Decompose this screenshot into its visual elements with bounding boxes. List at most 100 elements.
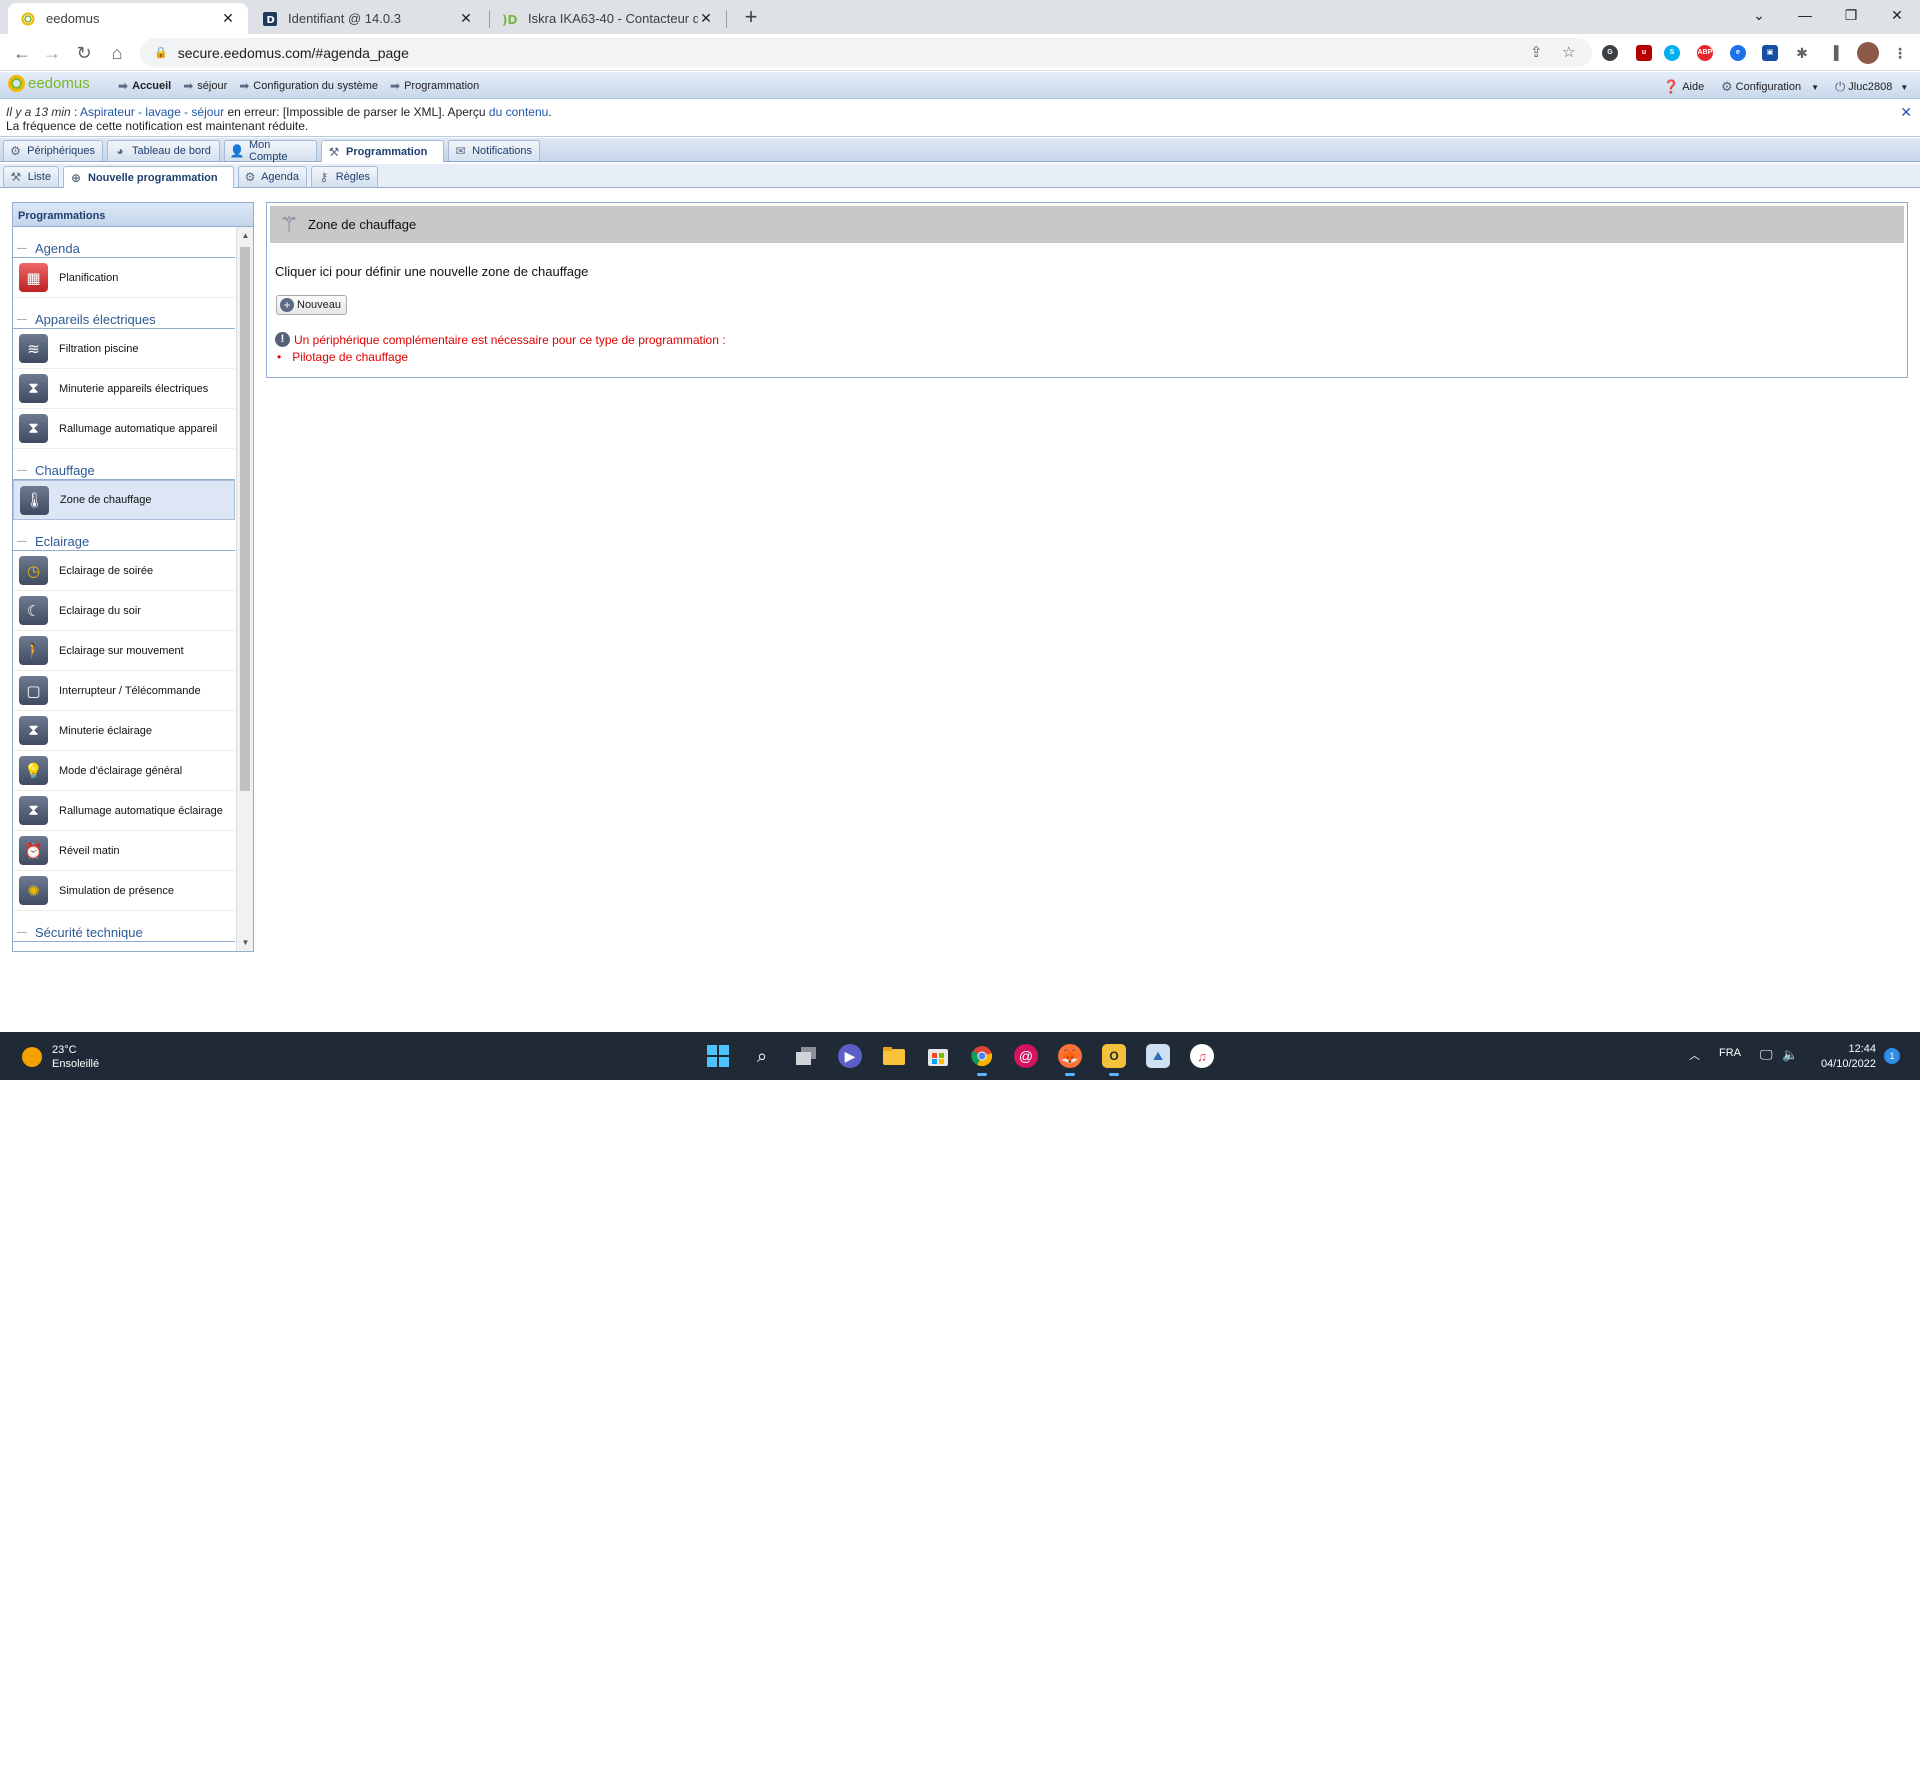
close-notification-icon[interactable]: ✕ bbox=[1900, 105, 1912, 119]
tray-chevron-up-icon[interactable]: ︿ bbox=[1689, 1047, 1700, 1063]
side-panel-icon[interactable]: ▐ bbox=[1826, 45, 1842, 61]
start-windows-icon[interactable] bbox=[706, 1044, 730, 1068]
tab-liste[interactable]: ⚒ Liste bbox=[3, 166, 59, 187]
reload-icon[interactable]: ↻ bbox=[70, 39, 98, 67]
scroll-up-icon[interactable]: ▲ bbox=[237, 231, 253, 240]
breadcrumb-accueil[interactable]: ➡ Accueil bbox=[118, 79, 171, 93]
sidebar-item-eclairage-soir[interactable]: ☾ Eclairage du soir bbox=[13, 591, 235, 631]
back-arrow-icon[interactable]: ← bbox=[8, 39, 36, 67]
sidebar-item-rallumage-eclairage[interactable]: ⧗ Rallumage automatique éclairage bbox=[13, 791, 235, 831]
eedomus-logo-icon bbox=[8, 75, 25, 92]
itunes-icon[interactable]: ♫ bbox=[1190, 1044, 1214, 1068]
extension-adblock-icon[interactable]: ABP bbox=[1697, 45, 1713, 61]
debian-icon[interactable]: @ bbox=[1014, 1044, 1038, 1068]
extension-ublock-icon[interactable]: u bbox=[1636, 45, 1652, 61]
bookmark-star-icon[interactable]: ☆ bbox=[1562, 43, 1575, 61]
teams-chat-icon[interactable]: ▶ bbox=[838, 1044, 862, 1068]
sub-tabs: ⚒ Liste ⊕ Nouvelle programmation ⚙ Agenda ⚷… bbox=[0, 164, 1920, 188]
configuration-menu[interactable]: ⚙ Configuration ▼ bbox=[1721, 79, 1819, 95]
sidebar-item-filtration-piscine[interactable]: ≋ Filtration piscine bbox=[13, 329, 235, 369]
eedomus-logo[interactable]: eedomus bbox=[8, 75, 90, 92]
breadcrumb-programmation[interactable]: ➡ Programmation bbox=[390, 79, 479, 93]
notification-badge[interactable]: 1 bbox=[1884, 1048, 1900, 1064]
tab-tableau-de-bord[interactable]: ◕ Tableau de bord bbox=[107, 140, 220, 161]
help-link[interactable]: ❓ Aide bbox=[1663, 79, 1704, 95]
browser-tab-title: Identifiant @ 14.0.3 bbox=[288, 11, 401, 26]
home-icon[interactable]: ⌂ bbox=[103, 39, 131, 67]
network-icon[interactable]: 🖵 bbox=[1760, 1047, 1773, 1063]
tab-nouvelle-programmation[interactable]: ⊕ Nouvelle programmation bbox=[63, 166, 234, 188]
scroll-down-icon[interactable]: ▼ bbox=[237, 938, 253, 947]
close-tab-icon[interactable]: ✕ bbox=[458, 10, 474, 27]
notification-content-link[interactable]: du contenu bbox=[489, 105, 548, 119]
extensions-puzzle-icon[interactable]: ✱ bbox=[1794, 45, 1810, 61]
outlook-icon[interactable]: O bbox=[1102, 1044, 1126, 1076]
close-tab-icon[interactable]: ✕ bbox=[698, 10, 714, 27]
tab-mon-compte[interactable]: 👤 Mon Compte bbox=[224, 139, 317, 163]
scrollbar-thumb[interactable] bbox=[240, 247, 250, 791]
category-eclairage[interactable]: — Eclairage bbox=[13, 520, 235, 551]
alarm-clock-icon: ⏰ bbox=[19, 836, 48, 865]
extension-skype-icon[interactable]: S bbox=[1664, 45, 1680, 61]
tab-agenda[interactable]: ⚙ Agenda bbox=[238, 166, 307, 187]
browser-menu-icon[interactable]: ⋮ bbox=[1892, 45, 1908, 61]
minimize-button[interactable]: — bbox=[1782, 0, 1828, 30]
tab-programmation[interactable]: ⚒ Programmation bbox=[321, 140, 444, 162]
language-indicator[interactable]: FRA bbox=[1719, 1047, 1741, 1059]
browser-tab-eedomus[interactable]: eedomus ✕ bbox=[8, 3, 248, 34]
sidebar-item-simulation-presence[interactable]: ✺ Simulation de présence bbox=[13, 871, 235, 911]
browser-tab-iskra[interactable]: )D Iskra IKA63-40 - Contacteur qua ✕ bbox=[490, 3, 726, 34]
category-chauffage[interactable]: — Chauffage bbox=[13, 449, 235, 480]
user-menu[interactable]: ⏻ Jluc2808 ▼ bbox=[1835, 79, 1908, 95]
extension-ie-icon[interactable]: e bbox=[1730, 45, 1746, 61]
tab-search-chevron-icon[interactable]: ⌄ bbox=[1736, 0, 1782, 30]
sidebar-item-planification[interactable]: ▦ Planification bbox=[13, 258, 235, 298]
file-explorer-icon[interactable] bbox=[882, 1044, 906, 1068]
tab-notifications[interactable]: ✉ Notifications bbox=[448, 140, 540, 161]
sidebar-item-minuterie-eclairage[interactable]: ⧗ Minuterie éclairage bbox=[13, 711, 235, 751]
close-tab-icon[interactable]: ✕ bbox=[220, 10, 236, 27]
sidebar-item-minuterie-appareils[interactable]: ⧗ Minuterie appareils électriques bbox=[13, 369, 235, 409]
close-window-button[interactable]: ✕ bbox=[1874, 0, 1920, 30]
sidebar-item-rallumage-appareil[interactable]: ⧗ Rallumage automatique appareil bbox=[13, 409, 235, 449]
profile-avatar[interactable] bbox=[1857, 42, 1879, 64]
sidebar-item-eclairage-mouvement[interactable]: 🚶 Eclairage sur mouvement bbox=[13, 631, 235, 671]
new-tab-button[interactable]: + bbox=[738, 5, 764, 31]
breadcrumb-sejour[interactable]: ➡ séjour bbox=[183, 79, 227, 93]
sidebar-item-zone-de-chauffage[interactable]: 🌡 Zone de chauffage bbox=[13, 480, 235, 520]
sidebar-item-eclairage-soiree[interactable]: ◷ Eclairage de soirée bbox=[13, 551, 235, 591]
weather-widget[interactable]: 23°C Ensoleillé bbox=[22, 1043, 99, 1071]
category-appareils-electriques[interactable]: — Appareils électriques bbox=[13, 298, 235, 329]
restore-button[interactable]: ❐ bbox=[1828, 0, 1874, 30]
tab-regles[interactable]: ⚷ Règles bbox=[311, 166, 378, 187]
share-icon[interactable]: ⇪ bbox=[1530, 43, 1543, 61]
chrome-icon[interactable] bbox=[970, 1044, 994, 1076]
store-icon[interactable] bbox=[926, 1044, 950, 1068]
category-securite-technique[interactable]: — Sécurité technique bbox=[13, 911, 235, 942]
browser-tab-identifiant[interactable]: D Identifiant @ 14.0.3 ✕ bbox=[250, 3, 486, 34]
sidebar-item-interrupteur[interactable]: ▢ Interrupteur / Télécommande bbox=[13, 671, 235, 711]
search-icon[interactable]: ⌕ bbox=[750, 1044, 774, 1068]
firefox-icon[interactable]: 🦊 bbox=[1058, 1044, 1082, 1076]
breadcrumb-configuration[interactable]: ➡ Configuration du système bbox=[239, 79, 378, 93]
windows-taskbar: 23°C Ensoleillé ⌕ ▶ @ 🦊 O ⛰ ♫ ︿ FRA 🖵 🔈 … bbox=[0, 1032, 1920, 1080]
error-notification: Il y a 13 min : Aspirateur - lavage - sé… bbox=[0, 100, 1920, 137]
dashboard-icon: ◕ bbox=[116, 144, 124, 158]
notification-device-link[interactable]: Aspirateur - lavage - séjour bbox=[80, 105, 224, 119]
svg-text:)D: )D bbox=[502, 13, 517, 26]
volume-icon[interactable]: 🔈 bbox=[1782, 1047, 1798, 1063]
extension-box-icon[interactable]: ▣ bbox=[1762, 45, 1778, 61]
address-bar[interactable]: 🔒 secure.eedomus.com/#agenda_page ⇪ ☆ bbox=[140, 38, 1592, 67]
sidebar-scrollbar[interactable]: ▲ ▼ bbox=[236, 227, 253, 951]
task-view-icon[interactable] bbox=[794, 1044, 818, 1068]
system-clock[interactable]: 12:44 04/10/2022 bbox=[1812, 1042, 1876, 1072]
extension-grammarly-icon[interactable]: G bbox=[1602, 45, 1618, 61]
sidebar-item-mode-eclairage[interactable]: 💡 Mode d'éclairage général bbox=[13, 751, 235, 791]
bullet-icon: • bbox=[277, 350, 282, 364]
category-agenda[interactable]: — Agenda bbox=[13, 227, 235, 258]
tab-peripheriques[interactable]: ⚙ Périphériques bbox=[3, 140, 103, 161]
sidebar-item-reveil-matin[interactable]: ⏰ Réveil matin bbox=[13, 831, 235, 871]
nouveau-button[interactable]: + Nouveau bbox=[276, 295, 348, 315]
photos-icon[interactable]: ⛰ bbox=[1146, 1044, 1170, 1068]
forward-arrow-icon[interactable]: → bbox=[38, 39, 66, 67]
